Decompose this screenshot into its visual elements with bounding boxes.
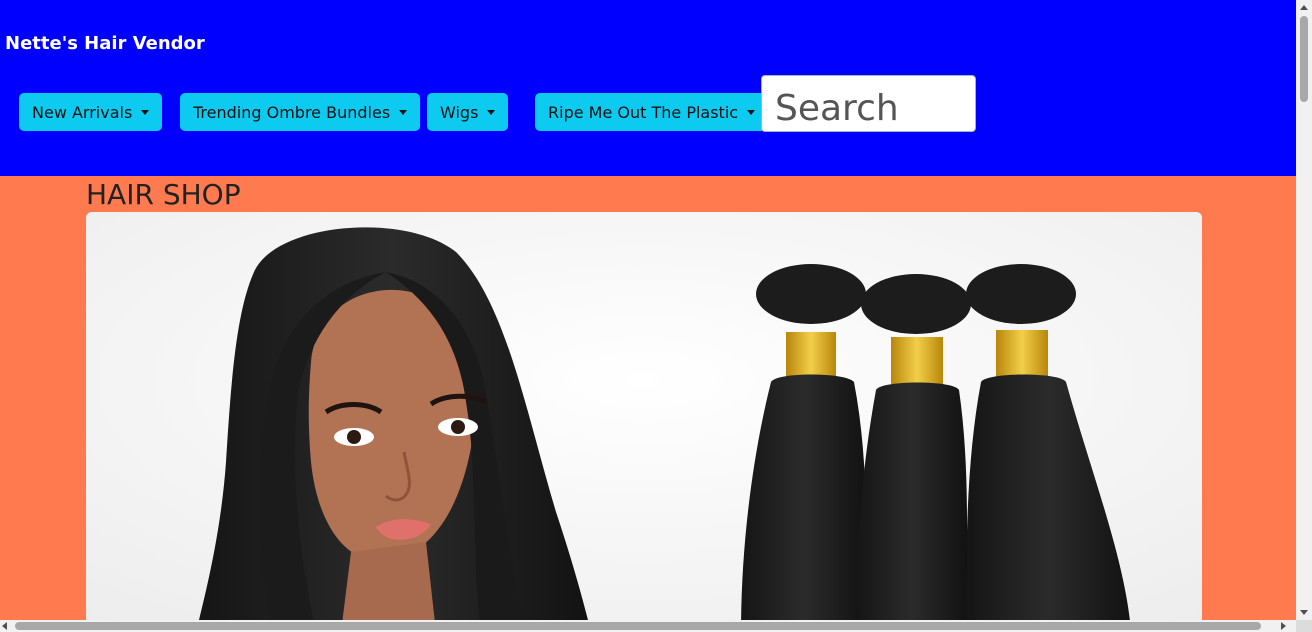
caret-down-icon: [399, 109, 408, 115]
hero-product-image: [86, 212, 1202, 620]
brand-title[interactable]: Nette's Hair Vendor: [5, 33, 205, 54]
scroll-left-icon[interactable]: [2, 622, 7, 630]
page-title: HAIR SHOP: [86, 178, 241, 211]
dropdown-label: Ripe Me Out The Plastic: [548, 102, 739, 122]
dropdown-label: Trending Ombre Bundles: [193, 102, 391, 122]
scrollbar-corner: [1296, 620, 1312, 632]
caret-down-icon: [141, 109, 150, 115]
dropdown-label: New Arrivals: [32, 102, 133, 122]
horizontal-scrollbar[interactable]: [0, 620, 1296, 632]
scroll-down-icon[interactable]: [1300, 610, 1308, 615]
dropdown-trending-ombre-bundles[interactable]: Trending Ombre Bundles: [180, 93, 421, 131]
vertical-scroll-thumb[interactable]: [1300, 16, 1308, 102]
dropdown-ripe-me-out-the-plastic[interactable]: Ripe Me Out The Plastic: [535, 93, 769, 131]
search-box: [761, 75, 976, 132]
horizontal-scroll-thumb[interactable]: [15, 622, 1261, 630]
dropdown-wigs[interactable]: Wigs: [427, 93, 509, 131]
hair-product-illustration: [86, 212, 1202, 620]
dropdown-label: Wigs: [440, 102, 479, 122]
page-viewport: Nette's Hair Vendor New Arrivals Trendin…: [0, 0, 1296, 620]
scroll-right-icon[interactable]: [1281, 622, 1286, 630]
caret-down-icon: [747, 109, 756, 115]
caret-down-icon: [487, 109, 496, 115]
top-navbar: Nette's Hair Vendor New Arrivals Trendin…: [0, 0, 1296, 176]
dropdown-new-arrivals[interactable]: New Arrivals: [19, 93, 163, 131]
vertical-scrollbar[interactable]: [1296, 0, 1312, 620]
scroll-up-icon[interactable]: [1300, 5, 1308, 10]
search-input[interactable]: [762, 76, 975, 131]
